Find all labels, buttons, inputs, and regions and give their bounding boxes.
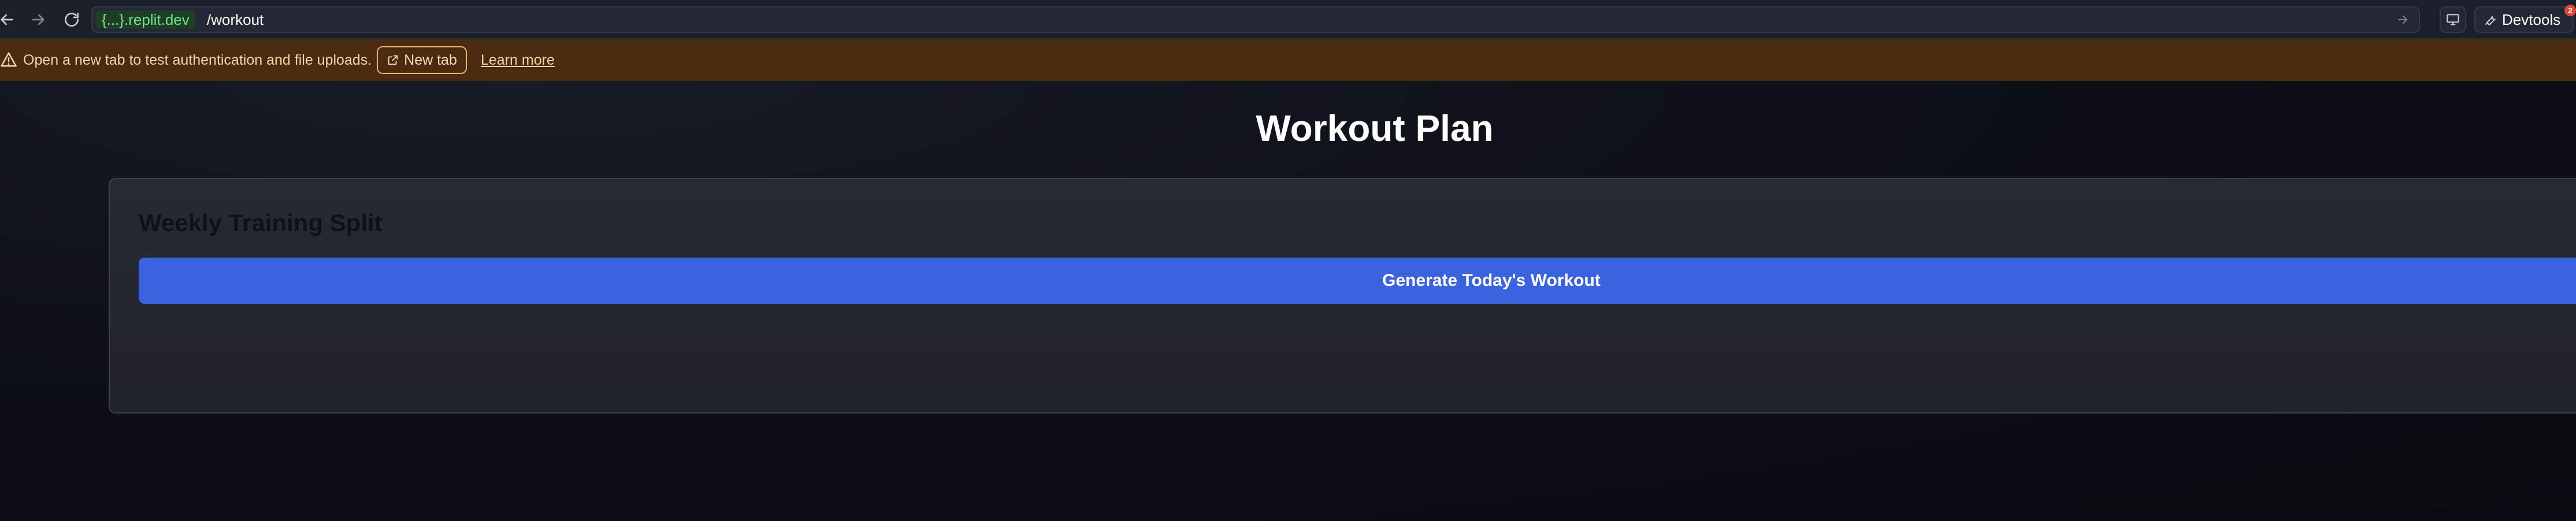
learn-more-link[interactable]: Learn more: [481, 39, 555, 81]
go-button[interactable]: [2395, 12, 2411, 28]
card-title: Weekly Training Split: [139, 209, 383, 236]
generate-workout-button[interactable]: Generate Today's Workout: [139, 258, 2576, 304]
page-title: Workout Plan: [1256, 107, 1494, 149]
warning-triangle-icon: [1, 52, 17, 67]
wrench-icon: [2485, 16, 2496, 25]
forward-button[interactable]: [27, 8, 50, 31]
screen-button[interactable]: [2440, 6, 2466, 33]
devtools-button[interactable]: Devtools: [2474, 6, 2574, 33]
warning-banner: Open a new tab to test authentication an…: [0, 39, 2576, 81]
url-field[interactable]: {...}.replit.dev /workout: [91, 6, 2420, 33]
url-domain-chip: {...}.replit.dev: [96, 10, 195, 29]
devtools-label: Devtools: [2502, 10, 2561, 28]
back-button[interactable]: [0, 8, 18, 31]
arrow-right-icon: [32, 14, 44, 25]
reload-button[interactable]: [60, 8, 83, 31]
new-tab-label: New tab: [404, 51, 457, 68]
devtools-badge: 2: [2564, 5, 2576, 16]
training-split-card: Weekly Training Split Generate Today's W…: [109, 178, 2576, 414]
new-tab-button[interactable]: New tab: [377, 46, 467, 74]
page-content: Workout Plan Weekly Training Split Gener…: [0, 81, 2576, 521]
arrow-right-small-icon: [2398, 16, 2407, 24]
url-path[interactable]: /workout: [207, 8, 263, 32]
banner-message: Open a new tab to test authentication an…: [23, 52, 372, 68]
monitor-icon: [2447, 14, 2459, 25]
arrow-left-icon: [1, 14, 13, 25]
browser-toolbar: {...}.replit.dev /workout Devtools 2: [0, 0, 2576, 39]
reload-icon: [65, 13, 79, 27]
external-link-icon: [388, 55, 398, 65]
